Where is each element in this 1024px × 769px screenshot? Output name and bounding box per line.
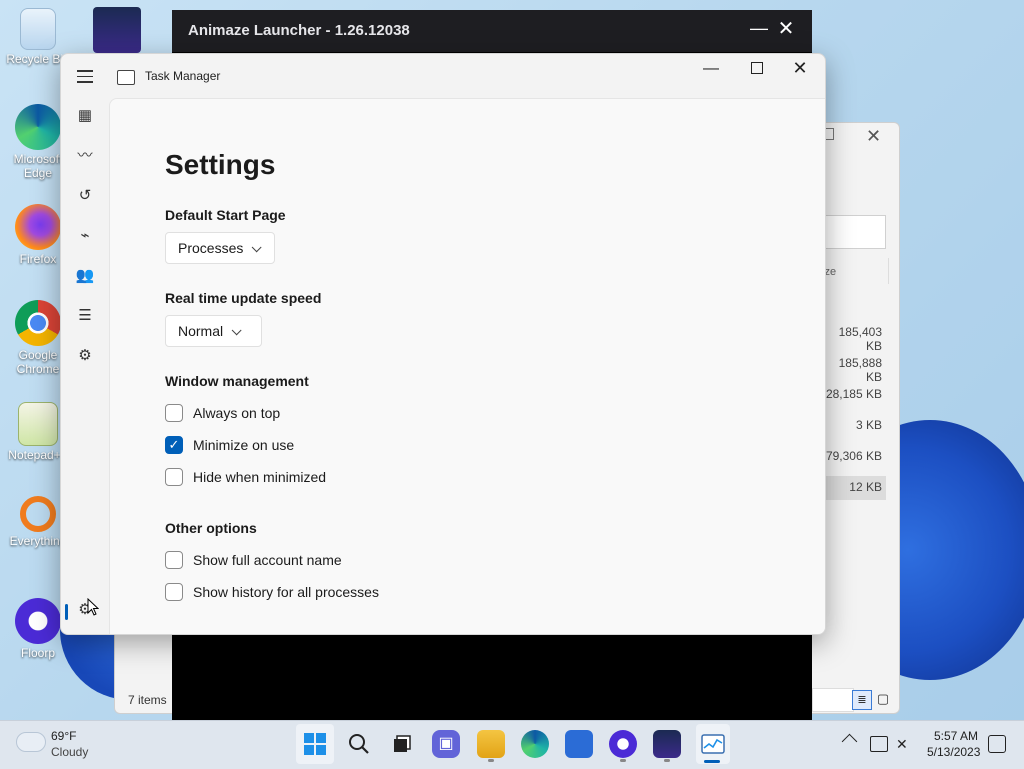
explorer-file-size: 185,888 KB — [838, 356, 882, 384]
floorp-icon — [15, 598, 61, 644]
nav-app-history-icon[interactable]: ↺ — [75, 186, 95, 206]
default-start-page-dropdown[interactable]: Processes — [165, 232, 275, 264]
recycle-bin-icon — [20, 8, 56, 50]
chrome-icon — [15, 300, 61, 346]
running-indicator — [488, 759, 494, 762]
nav-details-icon[interactable]: ☰ — [75, 306, 95, 326]
explorer-file-size: 79,306 KB — [825, 449, 882, 463]
nav-startup-apps-icon[interactable]: ⌁ — [75, 226, 95, 246]
explorer-hscrollbar[interactable] — [812, 688, 854, 712]
edge-icon — [15, 104, 61, 150]
running-indicator — [664, 759, 670, 762]
task-manager-window: Task Manager — ✕ ▦ 〰 ↺ ⌁ 👥 ☰ ⚙ ⚙ Setting… — [60, 53, 826, 635]
file-explorer-icon[interactable] — [477, 730, 505, 758]
explorer-status-count: 7 items — [128, 693, 167, 707]
task-manager-app-icon — [117, 70, 135, 85]
notepadpp-icon — [18, 402, 58, 446]
tiles-view-icon[interactable]: ▢ — [874, 690, 892, 708]
hide-when-minimized-checkbox[interactable] — [165, 468, 183, 486]
minimize-on-use-checkbox[interactable]: ✓ — [165, 436, 183, 454]
chat-icon[interactable]: ▣ — [432, 730, 460, 758]
edge-taskbar-icon[interactable] — [521, 730, 549, 758]
animaze-close-button[interactable]: ✕ — [776, 16, 796, 41]
other-options-label: Other options — [165, 520, 257, 536]
clock-date[interactable]: 5/13/2023 — [927, 745, 980, 759]
show-full-account-name-checkbox[interactable] — [165, 551, 183, 569]
network-icon[interactable] — [870, 736, 888, 752]
details-view-icon[interactable]: ≣ — [852, 690, 872, 710]
animaze-minimize-button[interactable]: — — [750, 18, 768, 39]
nav-services-icon[interactable]: ⚙ — [75, 346, 95, 366]
explorer-close-button[interactable]: ✕ — [866, 126, 881, 147]
window-title: Task Manager — [145, 69, 221, 83]
weather-cloud-icon[interactable] — [16, 732, 46, 752]
active-indicator — [704, 760, 720, 763]
everything-icon — [20, 496, 56, 532]
windows-logo-icon — [304, 733, 326, 755]
notifications-icon[interactable] — [988, 735, 1006, 753]
window-management-label: Window management — [165, 373, 309, 389]
running-indicator — [620, 759, 626, 762]
update-speed-dropdown[interactable]: Normal — [165, 315, 262, 347]
nav-processes-icon[interactable]: ▦ — [75, 106, 95, 126]
task-manager-taskbar-icon[interactable] — [699, 730, 727, 758]
minimize-button[interactable]: — — [703, 60, 719, 78]
nav-selection-indicator — [65, 604, 68, 620]
explorer-file-size: 185,403 KB — [838, 325, 882, 353]
default-start-page-label: Default Start Page — [165, 207, 286, 223]
task-view-icon[interactable] — [388, 730, 416, 758]
chevron-down-icon — [231, 325, 242, 336]
floorp-taskbar-icon[interactable] — [609, 730, 637, 758]
chevron-down-icon — [252, 242, 262, 253]
weather-temperature[interactable]: 69°F — [51, 729, 76, 743]
nav-users-icon[interactable]: 👥 — [75, 266, 95, 286]
explorer-file-size: 12 KB — [849, 480, 882, 494]
dropdown-value: Processes — [178, 240, 244, 256]
page-title: Settings — [165, 149, 276, 180]
explorer-file-size: 28,185 KB — [825, 387, 882, 401]
animaze-taskbar-icon[interactable] — [653, 730, 681, 758]
show-history-all-processes-checkbox[interactable] — [165, 583, 183, 601]
dropdown-value: Normal — [178, 323, 224, 339]
store-icon[interactable] — [565, 730, 593, 758]
maximize-button[interactable] — [751, 62, 763, 74]
hamburger-menu-icon[interactable] — [77, 70, 93, 83]
start-windows-icon[interactable] — [301, 730, 329, 758]
nav-performance-icon[interactable]: 〰 — [75, 146, 95, 166]
search-icon[interactable] — [345, 730, 373, 758]
mouse-cursor-icon — [87, 598, 99, 616]
animaze-title: Animaze Launcher - 1.26.12038 — [188, 22, 410, 39]
close-button[interactable]: ✕ — [792, 58, 808, 79]
explorer-column-divider[interactable] — [888, 258, 889, 284]
weather-condition[interactable]: Cloudy — [51, 745, 88, 759]
firefox-icon — [15, 204, 61, 250]
explorer-file-size: 3 KB — [855, 418, 882, 432]
volume-muted-icon[interactable]: ✕ — [896, 736, 908, 753]
clock-time[interactable]: 5:57 AM — [934, 729, 978, 743]
animaze-shortcut-icon[interactable] — [93, 7, 141, 53]
always-on-top-checkbox[interactable] — [165, 404, 183, 422]
explorer-search-field[interactable] — [820, 215, 886, 249]
update-speed-label: Real time update speed — [165, 290, 322, 306]
